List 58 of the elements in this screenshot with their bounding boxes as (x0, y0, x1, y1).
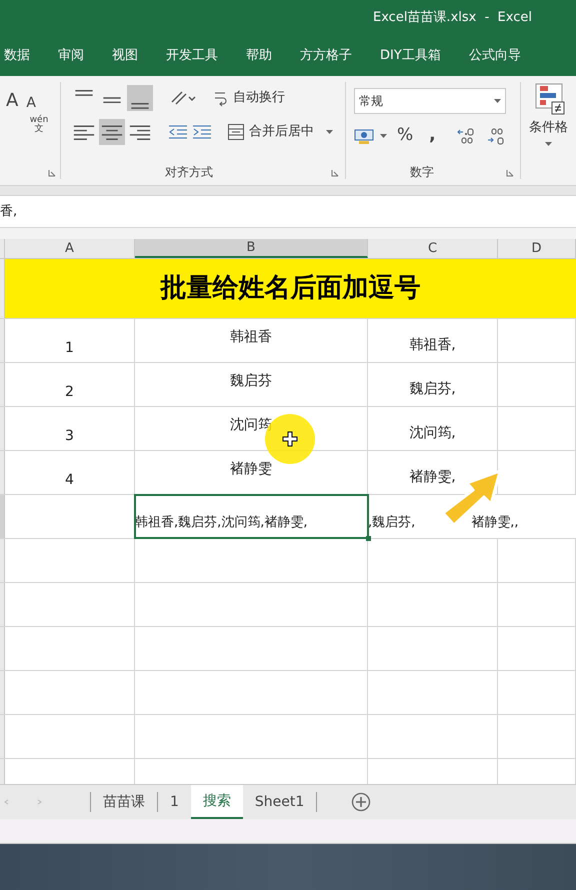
cell-text: ,魏启芬, (368, 514, 416, 532)
dialog-launcher-icon[interactable] (506, 169, 514, 177)
group-label: 数字 (410, 164, 434, 181)
percent-button[interactable]: % (397, 123, 414, 149)
caret-icon (326, 130, 333, 134)
caret-icon (545, 142, 552, 146)
currency-icon[interactable] (354, 127, 376, 145)
sheet-tab[interactable]: 苗苗课 (91, 785, 157, 819)
table-cell: 韩祖香 (135, 319, 368, 362)
horizontal-align-icon[interactable] (99, 119, 125, 145)
grow-font-button[interactable]: A (6, 92, 18, 110)
wrap-text-button[interactable]: 自动换行 (213, 88, 285, 108)
window-title: Excel苗苗课.xlsx - Excel (373, 9, 532, 28)
title-cell: 批量给姓名后面加逗号 (5, 259, 576, 318)
sheet-tab[interactable]: 搜索 (190, 785, 243, 819)
phonetic-button[interactable]: wén 文 (18, 116, 60, 134)
table-cell: 2 (5, 363, 135, 406)
menu-tab[interactable]: 公式向导 (468, 46, 521, 66)
menu-tab[interactable]: 方方格子 (300, 46, 352, 66)
dialog-launcher-icon[interactable] (331, 169, 339, 177)
cell-text: 褚静雯,, (471, 514, 519, 532)
shrink-font-button[interactable]: A (26, 96, 36, 110)
decrease-indent-icon[interactable] (167, 123, 189, 141)
table-cell: 3 (5, 407, 135, 450)
merge-center-button[interactable]: 合并后居中 (227, 122, 333, 142)
menu-tab[interactable]: 帮助 (246, 46, 272, 66)
decrease-decimal-icon[interactable] (486, 127, 506, 145)
table-cell: 4 (5, 451, 135, 494)
caret-icon (494, 99, 501, 103)
comma-button[interactable]: , (429, 123, 436, 149)
vertical-align-icon[interactable] (127, 85, 153, 111)
group-label: 对齐方式 (165, 164, 213, 181)
merge-cells-icon (227, 123, 245, 141)
increase-decimal-icon[interactable] (456, 127, 476, 145)
table-cell: 魏启芬 (135, 363, 368, 406)
increase-indent-icon[interactable] (191, 123, 213, 141)
table-cell: 韩祖香, (368, 319, 498, 362)
menu-tab[interactable]: 视图 (112, 46, 138, 66)
menu-tab[interactable]: 开发工具 (166, 46, 218, 66)
menu-tab[interactable]: 审阅 (58, 46, 84, 66)
selected-cell[interactable]: 韩祖香,魏启芬,沈问筠,褚静雯, (135, 495, 368, 538)
sheet-tab[interactable]: 1 (158, 785, 191, 819)
menu-tab[interactable]: 数据 (4, 46, 30, 66)
menu-tab[interactable]: DIY工具箱 (380, 46, 441, 66)
column-header[interactable]: D (498, 239, 576, 258)
formula-bar[interactable]: 香, (0, 195, 576, 228)
dialog-launcher-icon[interactable] (48, 169, 56, 177)
add-sheet-icon[interactable] (351, 792, 372, 812)
sheet-tab[interactable]: Sheet1 (242, 785, 316, 819)
caret-icon[interactable] (380, 134, 387, 138)
cursor-icon (282, 431, 298, 447)
number-format-dropdown[interactable]: 常规 (354, 88, 506, 114)
column-header[interactable]: B (135, 239, 368, 258)
table-cell: 1 (5, 319, 135, 362)
table-cell: 魏启芬, (368, 363, 498, 406)
column-header[interactable]: C (368, 239, 498, 258)
conditional-format-button[interactable]: 条件格 (521, 76, 576, 185)
table-cell: 沈问筠, (368, 407, 498, 450)
